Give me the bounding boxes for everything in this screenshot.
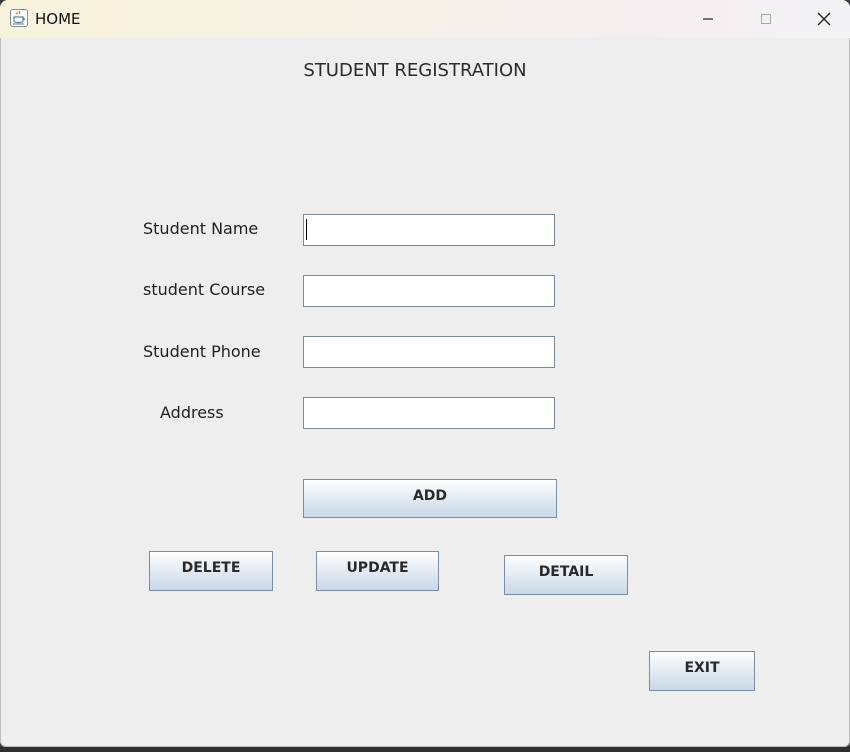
address-input[interactable] [303,397,555,429]
text-caret [306,219,307,240]
background-desktop-strip [0,747,850,752]
close-button[interactable] [795,0,850,38]
detail-button[interactable]: DETAIL [504,555,628,595]
minimize-button[interactable] [679,0,737,38]
maximize-icon [761,14,771,24]
exit-button[interactable]: EXIT [649,651,755,691]
application-window: HOME STUDENT REGISTRATION Student Name s… [0,0,850,747]
maximize-button[interactable] [737,0,795,38]
student-phone-label: Student Phone [143,342,261,361]
address-label: Address [160,403,224,422]
close-icon [817,12,831,26]
student-course-label: student Course [143,280,266,299]
update-button[interactable]: UPDATE [316,551,439,591]
student-course-input[interactable] [303,275,555,307]
form-heading: STUDENT REGISTRATION [303,60,527,81]
window-title: HOME [35,10,81,28]
delete-button[interactable]: DELETE [149,551,273,591]
student-name-label: Student Name [143,219,259,238]
minimize-icon [703,18,713,20]
java-app-icon [10,9,28,27]
student-name-input[interactable] [303,214,555,246]
add-button[interactable]: ADD [303,479,557,518]
title-bar[interactable]: HOME [0,0,850,38]
student-phone-input[interactable] [303,336,555,368]
